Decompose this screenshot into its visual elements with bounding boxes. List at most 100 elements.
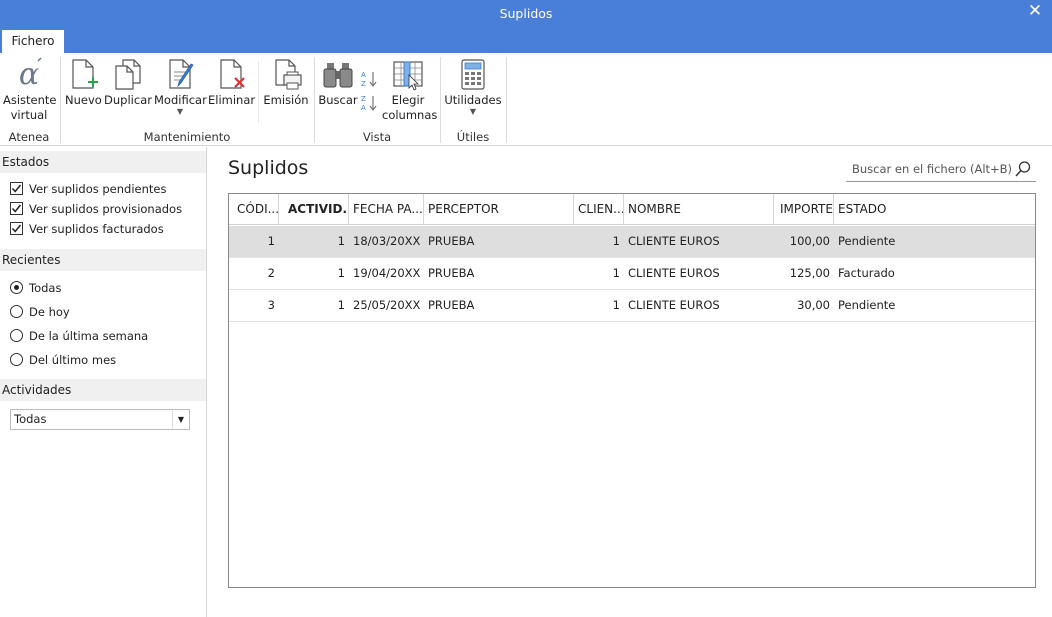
eliminar-button[interactable]: Eliminar bbox=[208, 57, 256, 108]
radio-ultimo-mes[interactable]: Del último mes bbox=[10, 352, 116, 370]
checkbox-provisionados[interactable]: Ver suplidos provisionados bbox=[10, 201, 182, 219]
nuevo-label: Nuevo bbox=[65, 93, 102, 107]
actividades-select[interactable]: Todas ▼ bbox=[10, 409, 190, 430]
actividades-header: Actividades bbox=[0, 379, 206, 401]
group-label-atenea: Atenea bbox=[8, 130, 50, 144]
cell-actividad: 1 bbox=[337, 266, 345, 280]
checkbox-pendientes[interactable]: Ver suplidos pendientes bbox=[10, 181, 166, 199]
checkbox-label: Ver suplidos pendientes bbox=[29, 182, 167, 196]
utilidades-label: Utilidades bbox=[444, 93, 502, 107]
eliminar-label: Eliminar bbox=[208, 93, 256, 107]
svg-text:Z: Z bbox=[361, 80, 366, 88]
alpha-icon: α bbox=[19, 57, 42, 91]
ribbon-tab-strip: Fichero bbox=[0, 28, 1052, 53]
sort-ascending-icon[interactable]: A Z bbox=[360, 69, 378, 89]
cell-perceptor: PRUEBA bbox=[428, 266, 475, 280]
cell-importe: 125,00 bbox=[789, 266, 830, 280]
modificar-button[interactable]: Modificar ▼ bbox=[154, 57, 207, 116]
column-header-perceptor[interactable]: PERCEPTOR bbox=[424, 194, 574, 225]
chevron-down-icon: ▼ bbox=[469, 107, 477, 116]
checkbox-facturados[interactable]: Ver suplidos facturados bbox=[10, 221, 164, 239]
chevron-down-icon[interactable]: ▼ bbox=[172, 410, 189, 429]
cell-codigo: 3 bbox=[267, 298, 275, 312]
estados-header: Estados bbox=[0, 151, 206, 173]
tab-fichero[interactable]: Fichero bbox=[2, 30, 64, 53]
cell-cliente: 1 bbox=[612, 234, 620, 248]
sort-descending-icon[interactable]: Z A bbox=[360, 93, 378, 113]
column-header-importe[interactable]: IMPORTE bbox=[774, 194, 834, 225]
edit-document-icon bbox=[169, 59, 194, 89]
checkbox-label: Ver suplidos facturados bbox=[29, 222, 164, 236]
checkbox-checked-icon bbox=[10, 202, 23, 215]
asistente-label-line1: Asistente bbox=[3, 93, 57, 107]
elegir-label-line2: columnas bbox=[382, 108, 438, 122]
svg-text:A: A bbox=[361, 104, 366, 112]
column-header-estado[interactable]: ESTADO bbox=[834, 194, 1035, 225]
duplicar-label: Duplicar bbox=[104, 93, 152, 107]
column-header-cliente[interactable]: CLIEN... bbox=[574, 194, 624, 225]
window-title: Suplidos bbox=[499, 6, 553, 21]
cell-importe: 100,00 bbox=[789, 234, 830, 248]
column-header-nombre[interactable]: NOMBRE bbox=[624, 194, 774, 225]
elegir-label-line1: Elegir bbox=[391, 93, 425, 107]
cell-cliente: 1 bbox=[612, 298, 620, 312]
search-input[interactable]: Buscar en el fichero (Alt+B) bbox=[846, 158, 1036, 182]
cell-codigo: 2 bbox=[267, 266, 275, 280]
column-header-fecha[interactable]: FECHA PA... bbox=[349, 194, 424, 225]
radio-de-hoy[interactable]: De hoy bbox=[10, 304, 70, 322]
column-header-actividad[interactable]: ACTIVID... bbox=[279, 194, 349, 225]
radio-ultima-semana[interactable]: De la última semana bbox=[10, 328, 148, 346]
actividades-select-value: Todas bbox=[14, 412, 47, 426]
group-label-utiles: Útiles bbox=[456, 130, 490, 144]
radio-label: Del último mes bbox=[29, 353, 117, 367]
column-header-codigo[interactable]: CÓDI... bbox=[229, 194, 279, 225]
asistente-label-line2: virtual bbox=[10, 108, 48, 122]
duplicar-button[interactable]: Duplicar bbox=[104, 57, 152, 108]
calculator-icon bbox=[461, 59, 485, 90]
radio-selected-icon bbox=[10, 281, 23, 294]
table-row[interactable]: 3 1 25/05/20XX PRUEBA 1 CLIENTE EUROS 30… bbox=[229, 290, 1035, 322]
radio-label: Todas bbox=[29, 281, 62, 295]
search-placeholder: Buscar en el fichero (Alt+B) bbox=[852, 162, 1013, 176]
nuevo-button[interactable]: Nuevo bbox=[65, 57, 102, 108]
cell-estado: Pendiente bbox=[838, 298, 896, 312]
cell-actividad: 1 bbox=[337, 298, 345, 312]
cell-codigo: 1 bbox=[267, 234, 275, 248]
checkbox-label: Ver suplidos provisionados bbox=[29, 202, 183, 216]
table-header: CÓDI... ACTIVID... FECHA PA... PERCEPTOR… bbox=[229, 194, 1035, 225]
radio-unselected-icon bbox=[10, 329, 23, 342]
radio-label: De la última semana bbox=[29, 329, 149, 343]
table-row[interactable]: 1 1 18/03/20XX PRUEBA 1 CLIENTE EUROS 10… bbox=[229, 226, 1035, 258]
item-separator bbox=[258, 61, 259, 123]
ribbon: α Asistente virtual Atenea Nuevo Duplica… bbox=[0, 53, 1052, 146]
delete-document-icon bbox=[220, 59, 245, 89]
elegir-columnas-button[interactable]: Elegir columnas bbox=[382, 57, 438, 123]
table-row[interactable]: 2 1 19/04/20XX PRUEBA 1 CLIENTE EUROS 12… bbox=[229, 258, 1035, 290]
cell-fecha: 25/05/20XX bbox=[353, 298, 421, 312]
cell-importe: 30,00 bbox=[797, 298, 830, 312]
checkbox-checked-icon bbox=[10, 182, 23, 195]
cell-nombre: CLIENTE EUROS bbox=[628, 298, 720, 312]
asistente-virtual-button[interactable]: α Asistente virtual bbox=[3, 57, 57, 123]
group-label-vista: Vista bbox=[362, 130, 392, 144]
cell-nombre: CLIENTE EUROS bbox=[628, 266, 720, 280]
cell-actividad: 1 bbox=[337, 234, 345, 248]
cell-perceptor: PRUEBA bbox=[428, 234, 475, 248]
buscar-button[interactable]: Buscar bbox=[318, 57, 358, 108]
search-icon[interactable] bbox=[1014, 160, 1032, 178]
emision-button[interactable]: Emisión bbox=[263, 57, 309, 108]
cell-fecha: 19/04/20XX bbox=[353, 266, 421, 280]
close-icon[interactable]: ✕ bbox=[1024, 1, 1046, 23]
buscar-label: Buscar bbox=[318, 93, 358, 107]
cell-estado: Pendiente bbox=[838, 234, 896, 248]
chevron-down-icon: ▼ bbox=[176, 107, 184, 116]
cell-nombre: CLIENTE EUROS bbox=[628, 234, 720, 248]
group-label-mantenimiento: Mantenimiento bbox=[143, 130, 231, 144]
filter-sidebar: Estados Ver suplidos pendientes Ver supl… bbox=[0, 147, 207, 617]
radio-todas[interactable]: Todas bbox=[10, 280, 61, 298]
utilidades-button[interactable]: Utilidades ▼ bbox=[444, 57, 502, 116]
title-bar: Suplidos ✕ bbox=[0, 0, 1052, 28]
cell-fecha: 18/03/20XX bbox=[353, 234, 421, 248]
print-document-icon bbox=[275, 59, 302, 90]
svg-text:A: A bbox=[361, 71, 366, 79]
